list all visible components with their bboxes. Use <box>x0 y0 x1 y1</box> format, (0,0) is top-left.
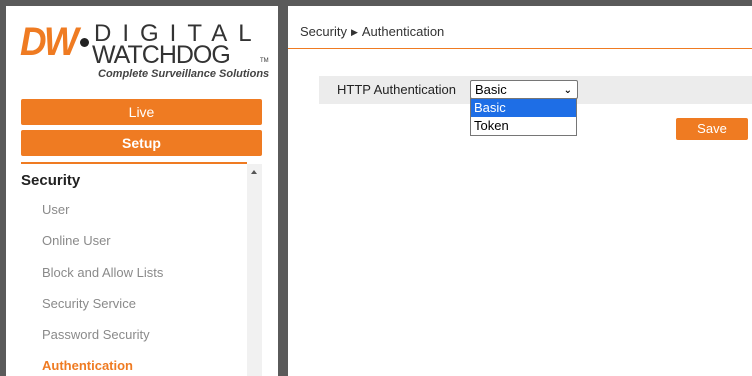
chevron-down-icon: ⌄ <box>563 85 572 96</box>
menu-scrollbar[interactable] <box>247 164 262 376</box>
http-auth-dropdown: Basic Token <box>470 98 577 136</box>
logo-watchdog-text: WATCHDOG <box>92 41 231 69</box>
live-button[interactable]: Live <box>21 99 262 125</box>
breadcrumb-page: Authentication <box>361 24 445 39</box>
http-auth-select-value: Basic <box>475 82 507 97</box>
option-basic[interactable]: Basic <box>471 99 576 117</box>
menu-item-password-security[interactable]: Password Security <box>42 327 150 342</box>
menu-item-online-user[interactable]: Online User <box>42 233 111 248</box>
content-panel: Security ▶ Authentication HTTP Authenticat… <box>288 6 752 376</box>
menu-item-authentication[interactable]: Authentication <box>42 358 133 373</box>
logo-tagline: Complete Surveillance Solutions <box>98 68 270 80</box>
setup-menu: Security User Online User Block and Allo… <box>21 162 247 376</box>
logo-dot <box>80 38 89 47</box>
menu-item-block-allow-lists[interactable]: Block and Allow Lists <box>42 265 163 280</box>
breadcrumb-arrow-icon: ▶ <box>350 27 358 37</box>
left-panel: DW DIGITAL WATCHDOG TM Complete Surveill… <box>6 6 278 376</box>
digital-watchdog-logo: DW DIGITAL WATCHDOG TM Complete Surveill… <box>20 20 270 84</box>
logo-trademark: TM <box>260 58 269 64</box>
logo-dw-mark: DW <box>20 20 79 64</box>
setup-button[interactable]: Setup <box>21 130 262 156</box>
breadcrumb: Security ▶ Authentication <box>300 24 444 39</box>
scroll-up-arrow-icon[interactable] <box>251 170 257 174</box>
menu-item-security-service[interactable]: Security Service <box>42 296 136 311</box>
menu-item-user[interactable]: User <box>42 202 69 217</box>
breadcrumb-section: Security <box>300 24 347 39</box>
menu-section-title[interactable]: Security <box>21 172 80 189</box>
header-divider <box>288 48 752 49</box>
save-button[interactable]: Save <box>676 118 748 140</box>
http-auth-select[interactable]: Basic ⌄ <box>470 80 578 99</box>
http-auth-label: HTTP Authentication <box>337 82 456 97</box>
option-token[interactable]: Token <box>471 117 576 135</box>
